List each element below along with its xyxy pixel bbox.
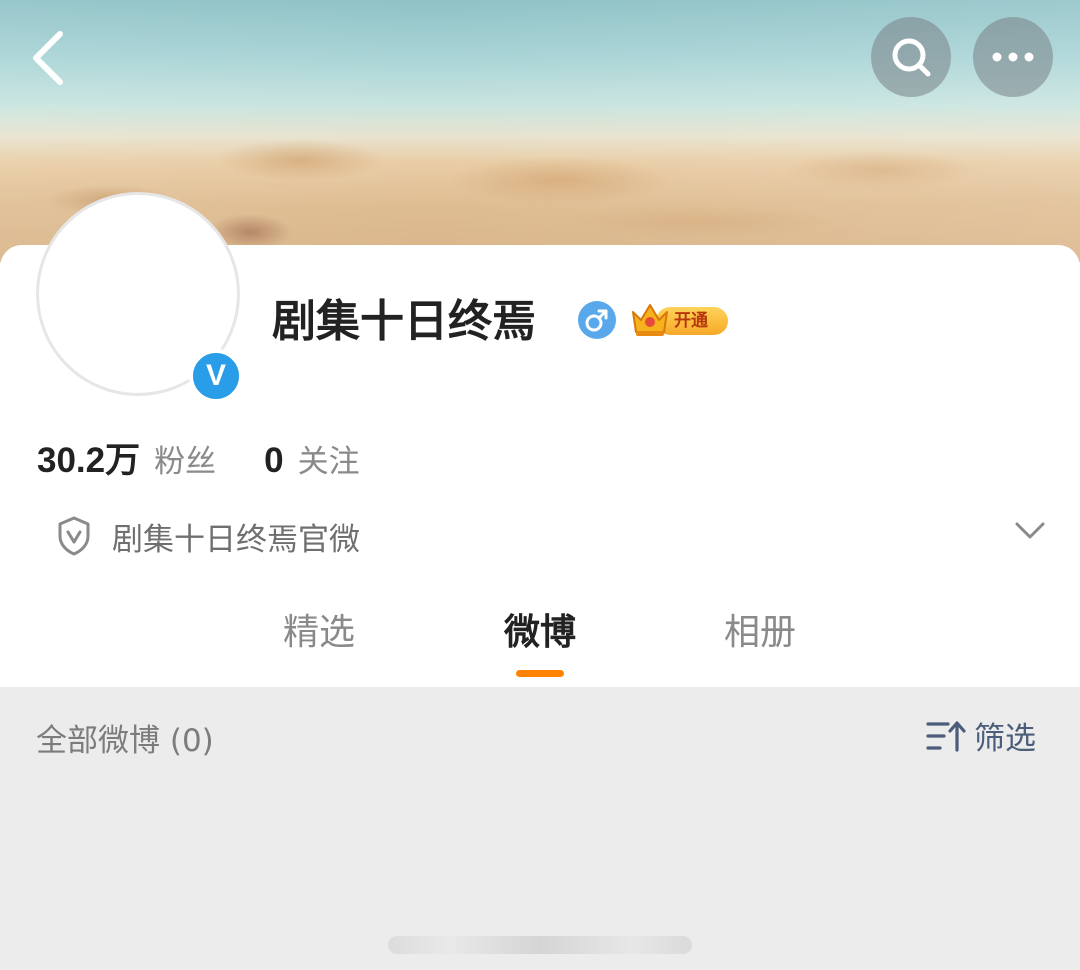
- active-tab-indicator: [516, 670, 564, 677]
- shield-v-icon: [58, 516, 90, 556]
- home-indicator: [388, 936, 692, 954]
- feed-header: 全部微博 (0) 筛选: [0, 687, 1080, 787]
- chevron-left-icon: [33, 31, 63, 85]
- filter-button[interactable]: 筛选: [926, 713, 1036, 758]
- verified-v-icon: V: [189, 349, 243, 403]
- followers-label[interactable]: 粉丝: [154, 436, 216, 481]
- chevron-down-icon[interactable]: [1014, 521, 1046, 541]
- profile-name: 剧集十日终焉: [272, 296, 536, 347]
- tab-weibo[interactable]: 微博: [475, 603, 605, 655]
- search-icon: [892, 38, 931, 77]
- following-count[interactable]: 0: [264, 441, 283, 481]
- followers-count[interactable]: 30.2万: [37, 432, 140, 483]
- tab-featured[interactable]: 精选: [254, 603, 384, 655]
- sort-filter-icon: [926, 720, 966, 752]
- male-icon: [578, 301, 616, 339]
- profile-tabs: 精选 微博 相册: [0, 595, 1080, 685]
- tab-album[interactable]: 相册: [695, 603, 825, 655]
- filter-label: 筛选: [974, 721, 1036, 757]
- more-button[interactable]: [973, 17, 1053, 97]
- search-button[interactable]: [871, 17, 951, 97]
- certification-text: 剧集十日终焉官微: [112, 521, 360, 558]
- back-button[interactable]: [26, 30, 70, 86]
- profile-stats: 30.2万 粉丝 0 关注: [37, 432, 360, 483]
- more-dots-icon: [992, 52, 1034, 62]
- certification-row[interactable]: 剧集十日终焉官微: [56, 513, 1046, 559]
- crown-icon: [632, 304, 668, 336]
- feed-title: 全部微博 (0): [36, 723, 214, 759]
- following-label[interactable]: 关注: [298, 436, 360, 481]
- vip-open-badge[interactable]: 开通: [630, 300, 730, 340]
